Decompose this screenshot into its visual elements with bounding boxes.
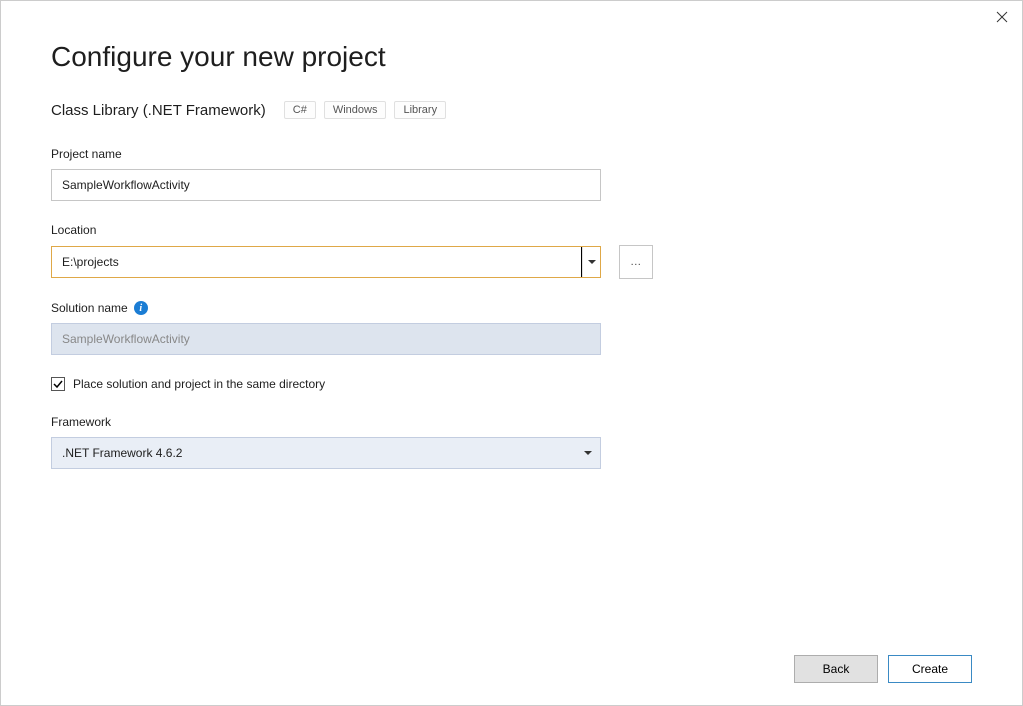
framework-label: Framework: [51, 415, 972, 429]
template-row: Class Library (.NET Framework) C# Window…: [51, 101, 972, 119]
browse-button[interactable]: ...: [619, 245, 653, 279]
tag: Library: [394, 101, 446, 119]
location-dropdown-button[interactable]: [582, 247, 600, 277]
solution-name-label: Solution name: [51, 301, 128, 315]
info-icon[interactable]: i: [134, 301, 148, 315]
framework-select[interactable]: .NET Framework 4.6.2: [51, 437, 601, 469]
close-button[interactable]: [994, 9, 1010, 25]
location-input[interactable]: [52, 247, 582, 277]
dialog-content: Configure your new project Class Library…: [1, 1, 1022, 469]
location-group: Location ...: [51, 223, 972, 279]
template-tags: C# Windows Library: [284, 101, 446, 119]
project-name-label: Project name: [51, 147, 972, 161]
checkmark-icon: [53, 379, 63, 389]
project-name-input[interactable]: [51, 169, 601, 201]
back-button[interactable]: Back: [794, 655, 878, 683]
location-combo[interactable]: [51, 246, 601, 278]
page-title: Configure your new project: [51, 41, 972, 73]
template-name: Class Library (.NET Framework): [51, 102, 266, 119]
location-label: Location: [51, 223, 972, 237]
solution-name-input: SampleWorkflowActivity: [51, 323, 601, 355]
solution-name-placeholder: SampleWorkflowActivity: [62, 332, 190, 346]
same-directory-row: Place solution and project in the same d…: [51, 377, 972, 391]
project-name-group: Project name: [51, 147, 972, 201]
same-directory-label: Place solution and project in the same d…: [73, 377, 325, 391]
framework-dropdown-button[interactable]: [584, 451, 592, 455]
dialog-footer: Back Create: [794, 655, 972, 683]
solution-name-group: Solution name i SampleWorkflowActivity: [51, 301, 972, 355]
chevron-down-icon: [584, 451, 592, 455]
tag: C#: [284, 101, 316, 119]
location-row: ...: [51, 245, 972, 279]
framework-value: .NET Framework 4.6.2: [62, 446, 182, 460]
chevron-down-icon: [588, 260, 596, 264]
solution-name-label-row: Solution name i: [51, 301, 972, 315]
framework-group: Framework .NET Framework 4.6.2: [51, 415, 972, 469]
create-button[interactable]: Create: [888, 655, 972, 683]
tag: Windows: [324, 101, 387, 119]
same-directory-checkbox[interactable]: [51, 377, 65, 391]
close-icon: [996, 11, 1008, 23]
